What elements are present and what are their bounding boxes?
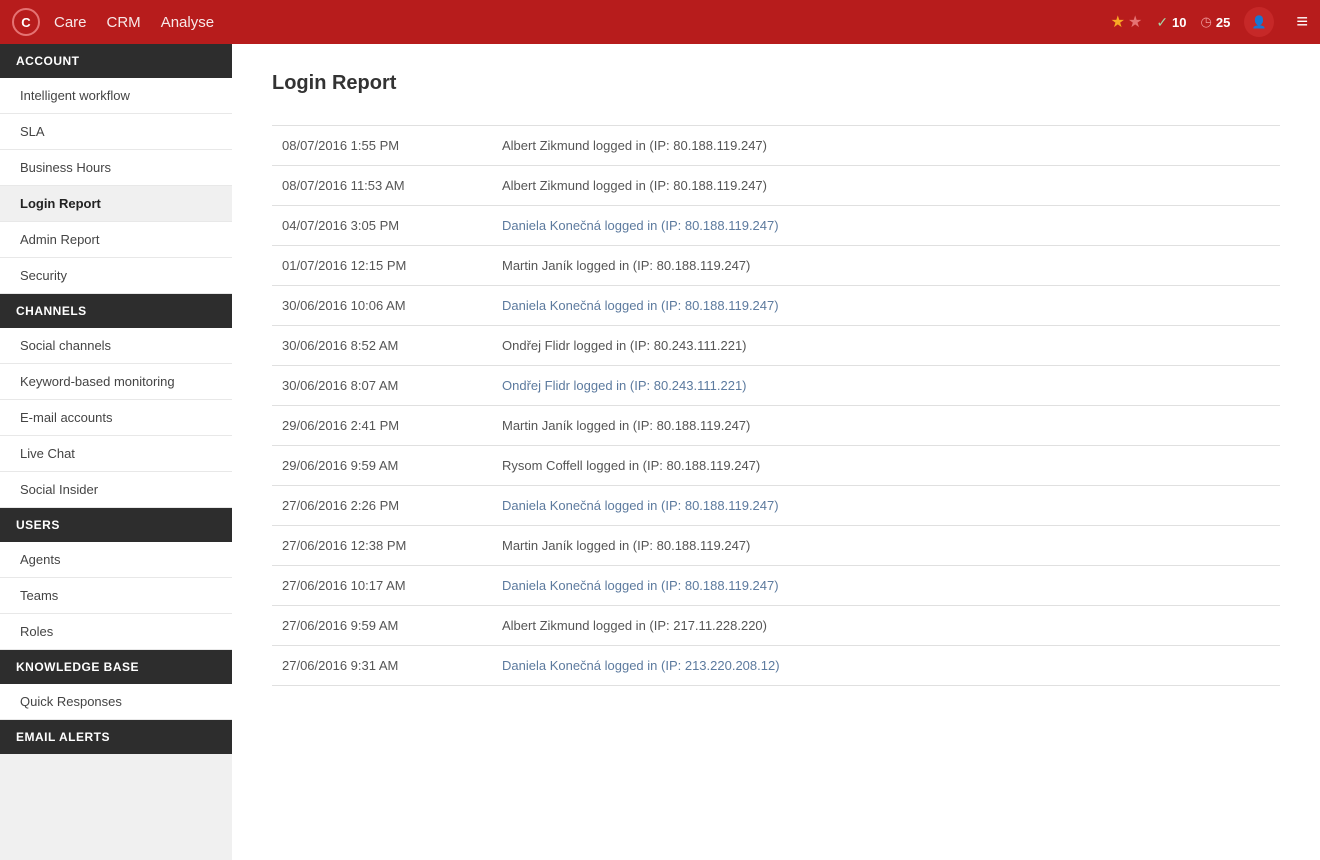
log-message: Albert Zikmund logged in (IP: 80.188.119…	[492, 126, 1280, 166]
sidebar-item-live-chat[interactable]: Live Chat	[0, 436, 232, 472]
sidebar-item-social-insider[interactable]: Social Insider	[0, 472, 232, 508]
clock-icon: ◷	[1201, 14, 1212, 30]
sidebar-item-admin-report[interactable]: Admin Report	[0, 222, 232, 258]
log-timestamp: 27/06/2016 10:17 AM	[272, 566, 492, 606]
table-row: 27/06/2016 9:59 AMAlbert Zikmund logged …	[272, 606, 1280, 646]
nav-care[interactable]: Care	[54, 14, 87, 31]
table-row: 01/07/2016 12:15 PMMartin Janík logged i…	[272, 246, 1280, 286]
sidebar-section-header-channels: CHANNELS	[0, 294, 232, 328]
sidebar-section-header-knowledge-base: KNOWLEDGE BASE	[0, 650, 232, 684]
table-row: 27/06/2016 10:17 AMDaniela Konečná logge…	[272, 566, 1280, 606]
table-row: 30/06/2016 10:06 AMDaniela Konečná logge…	[272, 286, 1280, 326]
log-timestamp: 29/06/2016 9:59 AM	[272, 446, 492, 486]
main-layout: ACCOUNTIntelligent workflowSLABusiness H…	[0, 44, 1320, 860]
log-timestamp: 30/06/2016 8:07 AM	[272, 366, 492, 406]
log-message: Albert Zikmund logged in (IP: 217.11.228…	[492, 606, 1280, 646]
topnav-menu: Care CRM Analyse	[54, 14, 1111, 31]
main-content: Login Report 08/07/2016 1:55 PMAlbert Zi…	[232, 44, 1320, 860]
clock-count: 25	[1216, 15, 1230, 30]
log-message: Martin Janík logged in (IP: 80.188.119.2…	[492, 406, 1280, 446]
check-icon: ✓	[1156, 14, 1168, 31]
table-row: 27/06/2016 9:31 AMDaniela Konečná logged…	[272, 646, 1280, 686]
log-timestamp: 01/07/2016 12:15 PM	[272, 246, 492, 286]
nav-crm[interactable]: CRM	[107, 14, 141, 31]
clock-badge[interactable]: ◷ 25	[1201, 14, 1231, 30]
sidebar-item-e-mail-accounts[interactable]: E-mail accounts	[0, 400, 232, 436]
sidebar: ACCOUNTIntelligent workflowSLABusiness H…	[0, 44, 232, 860]
sidebar-section-header-account: ACCOUNT	[0, 44, 232, 78]
log-message: Daniela Konečná logged in (IP: 80.188.11…	[492, 286, 1280, 326]
log-table: 08/07/2016 1:55 PMAlbert Zikmund logged …	[272, 125, 1280, 686]
log-timestamp: 04/07/2016 3:05 PM	[272, 206, 492, 246]
table-row: 30/06/2016 8:52 AMOndřej Flidr logged in…	[272, 326, 1280, 366]
log-message: Martin Janík logged in (IP: 80.188.119.2…	[492, 246, 1280, 286]
log-message: Ondřej Flidr logged in (IP: 80.243.111.2…	[492, 326, 1280, 366]
sidebar-item-keyword-based-monitoring[interactable]: Keyword-based monitoring	[0, 364, 232, 400]
sidebar-item-intelligent-workflow[interactable]: Intelligent workflow	[0, 78, 232, 114]
avatar[interactable]: 👤	[1244, 7, 1274, 37]
log-timestamp: 27/06/2016 9:31 AM	[272, 646, 492, 686]
table-row: 27/06/2016 2:26 PMDaniela Konečná logged…	[272, 486, 1280, 526]
sidebar-item-teams[interactable]: Teams	[0, 578, 232, 614]
log-message: Daniela Konečná logged in (IP: 80.188.11…	[492, 206, 1280, 246]
log-timestamp: 30/06/2016 10:06 AM	[272, 286, 492, 326]
log-message: Martin Janík logged in (IP: 80.188.119.2…	[492, 526, 1280, 566]
hamburger-icon[interactable]: ≡	[1296, 11, 1308, 34]
table-row: 08/07/2016 11:53 AMAlbert Zikmund logged…	[272, 166, 1280, 206]
nav-analyse[interactable]: Analyse	[161, 14, 214, 31]
sidebar-item-security[interactable]: Security	[0, 258, 232, 294]
log-message: Daniela Konečná logged in (IP: 213.220.2…	[492, 646, 1280, 686]
log-message: Albert Zikmund logged in (IP: 80.188.119…	[492, 166, 1280, 206]
log-timestamp: 30/06/2016 8:52 AM	[272, 326, 492, 366]
topnav: C Care CRM Analyse ★ ★ ✓ 10 ◷ 25 👤 ≡	[0, 0, 1320, 44]
log-message: Daniela Konečná logged in (IP: 80.188.11…	[492, 486, 1280, 526]
sidebar-item-roles[interactable]: Roles	[0, 614, 232, 650]
table-row: 29/06/2016 9:59 AMRysom Coffell logged i…	[272, 446, 1280, 486]
log-timestamp: 27/06/2016 2:26 PM	[272, 486, 492, 526]
sidebar-section-header-email-alerts: EMAIL ALERTS	[0, 720, 232, 754]
sidebar-item-login-report[interactable]: Login Report	[0, 186, 232, 222]
sidebar-item-business-hours[interactable]: Business Hours	[0, 150, 232, 186]
table-row: 30/06/2016 8:07 AMOndřej Flidr logged in…	[272, 366, 1280, 406]
log-timestamp: 27/06/2016 12:38 PM	[272, 526, 492, 566]
star-1: ★	[1111, 12, 1125, 32]
check-count: 10	[1172, 15, 1186, 30]
log-timestamp: 27/06/2016 9:59 AM	[272, 606, 492, 646]
table-row: 04/07/2016 3:05 PMDaniela Konečná logged…	[272, 206, 1280, 246]
sidebar-item-quick-responses[interactable]: Quick Responses	[0, 684, 232, 720]
stars[interactable]: ★ ★	[1111, 12, 1143, 32]
topnav-right: ★ ★ ✓ 10 ◷ 25 👤 ≡	[1111, 7, 1308, 37]
log-message: Daniela Konečná logged in (IP: 80.188.11…	[492, 566, 1280, 606]
sidebar-item-sla[interactable]: SLA	[0, 114, 232, 150]
sidebar-item-agents[interactable]: Agents	[0, 542, 232, 578]
star-2: ★	[1128, 12, 1142, 32]
logo[interactable]: C	[12, 8, 40, 36]
log-timestamp: 29/06/2016 2:41 PM	[272, 406, 492, 446]
check-badge[interactable]: ✓ 10	[1156, 14, 1186, 31]
log-timestamp: 08/07/2016 1:55 PM	[272, 126, 492, 166]
log-timestamp: 08/07/2016 11:53 AM	[272, 166, 492, 206]
page-title: Login Report	[272, 72, 1280, 95]
sidebar-item-social-channels[interactable]: Social channels	[0, 328, 232, 364]
log-message: Rysom Coffell logged in (IP: 80.188.119.…	[492, 446, 1280, 486]
log-message: Ondřej Flidr logged in (IP: 80.243.111.2…	[492, 366, 1280, 406]
table-row: 29/06/2016 2:41 PMMartin Janík logged in…	[272, 406, 1280, 446]
table-row: 08/07/2016 1:55 PMAlbert Zikmund logged …	[272, 126, 1280, 166]
sidebar-section-header-users: USERS	[0, 508, 232, 542]
table-row: 27/06/2016 12:38 PMMartin Janík logged i…	[272, 526, 1280, 566]
